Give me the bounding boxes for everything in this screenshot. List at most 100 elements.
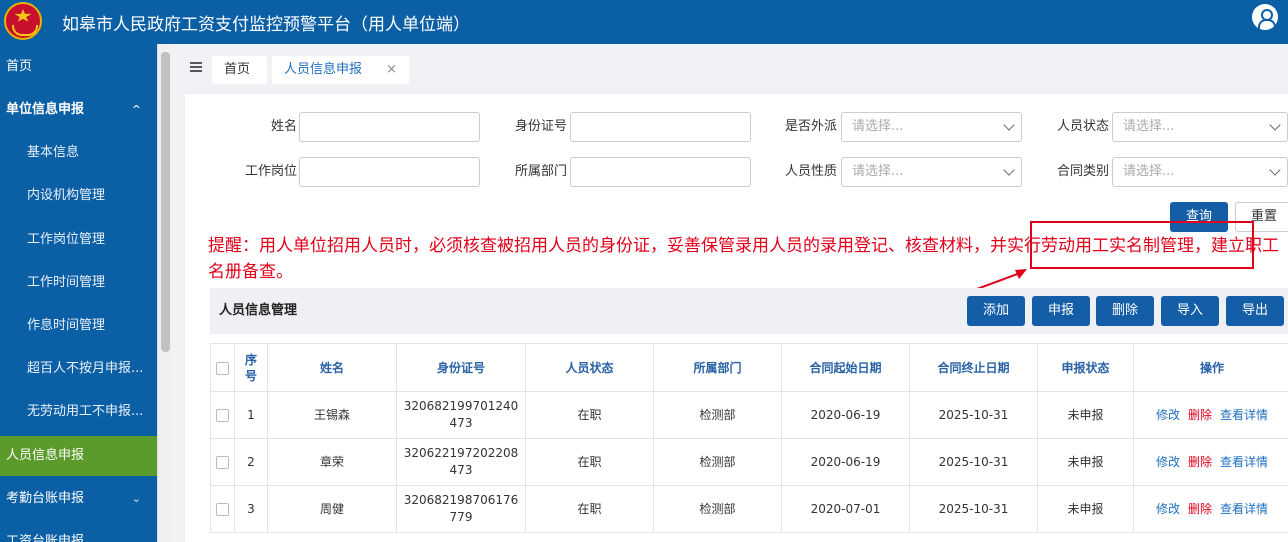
edit-link[interactable]: 修改: [1156, 408, 1180, 422]
cell-start: 2020-07-01: [781, 485, 910, 533]
col-header-report: 申报状态: [1037, 343, 1134, 392]
sidebar-item-person-info[interactable]: 人员信息申报: [0, 436, 157, 476]
col-header-ops: 操作: [1133, 343, 1288, 392]
sidebar-item-attendance[interactable]: 考勤台账申报 ⌄: [0, 479, 157, 519]
dept-input[interactable]: [570, 157, 751, 187]
col-header-end: 合同终止日期: [909, 343, 1038, 392]
tab-person-info[interactable]: 人员信息申报 ×: [272, 56, 409, 84]
delete-link[interactable]: 删除: [1188, 502, 1212, 516]
highlight-box: [1030, 221, 1254, 269]
cell-dept: 检测部: [653, 438, 782, 486]
select-all-cell: [210, 343, 235, 392]
table-row: 2 章荣 320622197202208473 在职 检测部 2020-06-1…: [210, 438, 1288, 486]
status-select[interactable]: 请选择...: [1112, 112, 1288, 142]
chevron-down-icon: [1269, 119, 1281, 131]
export-button[interactable]: 导出: [1226, 296, 1284, 326]
cell-status: 在职: [525, 391, 654, 439]
import-button[interactable]: 导入: [1161, 296, 1219, 326]
view-detail-link[interactable]: 查看详情: [1220, 455, 1268, 469]
cell-end: 2025-10-31: [909, 485, 1038, 533]
post-input[interactable]: [299, 157, 480, 187]
cell-id: 320682199701240473: [396, 391, 526, 439]
sidebar: 首页 单位信息申报 ^ 基本信息 内设机构管理 工作岗位管理 工作时间管理 作息时…: [0, 44, 157, 542]
dispatch-label: 是否外派: [784, 119, 837, 134]
table-header-row: 序号 姓名 身份证号 人员状态 所属部门 合同起始日期 合同终止日期 申报状态 …: [210, 343, 1288, 392]
delete-link[interactable]: 删除: [1188, 408, 1212, 422]
col-header-dept: 所属部门: [653, 343, 782, 392]
view-detail-link[interactable]: 查看详情: [1220, 408, 1268, 422]
contract-select[interactable]: 请选择...: [1112, 157, 1288, 187]
cell-end: 2025-10-31: [909, 438, 1038, 486]
dept-label: 所属部门: [514, 164, 567, 179]
cell-no: 1: [234, 391, 268, 439]
person-table: 序号 姓名 身份证号 人员状态 所属部门 合同起始日期 合同终止日期 申报状态 …: [210, 343, 1288, 533]
scrollbar-thumb[interactable]: [161, 52, 170, 352]
cell-end: 2025-10-31: [909, 391, 1038, 439]
cell-start: 2020-06-19: [781, 438, 910, 486]
cell-no: 2: [234, 438, 268, 486]
edit-link[interactable]: 修改: [1156, 502, 1180, 516]
cell-no: 3: [234, 485, 268, 533]
row-check-cell: [210, 438, 235, 486]
tab-bar: 首页 人员信息申报 ×: [172, 44, 1288, 94]
chevron-down-icon: [1003, 119, 1015, 131]
section-bar: 人员信息管理 添加 申报 删除 导入 导出: [210, 288, 1288, 334]
name-label: 姓名: [270, 119, 297, 134]
table-row: 3 周健 320682198706176779 在职 检测部 2020-07-0…: [210, 485, 1288, 533]
user-icon[interactable]: [1252, 4, 1278, 30]
cell-ops: 修改 删除 查看详情: [1133, 485, 1288, 533]
sidebar-item-over-hundred[interactable]: 超百人不按月申报...: [0, 349, 157, 389]
col-header-start: 合同起始日期: [781, 343, 910, 392]
sidebar-item-org[interactable]: 内设机构管理: [0, 176, 157, 216]
contract-label: 合同类别: [1056, 164, 1109, 179]
cell-name: 周健: [267, 485, 397, 533]
chevron-down-icon: ⌄: [131, 492, 141, 505]
cell-report: 未申报: [1037, 438, 1134, 486]
chevron-up-icon: ^: [131, 103, 141, 116]
view-detail-link[interactable]: 查看详情: [1220, 502, 1268, 516]
row-checkbox[interactable]: [216, 455, 229, 469]
sidebar-item-home[interactable]: 首页: [0, 47, 157, 87]
table-row: 1 王锡森 320682199701240473 在职 检测部 2020-06-…: [210, 391, 1288, 439]
cell-dept: 检测部: [653, 485, 782, 533]
post-label: 工作岗位: [244, 164, 297, 179]
section-title: 人员信息管理: [219, 303, 298, 318]
sidebar-item-basic-info[interactable]: 基本信息: [0, 133, 157, 173]
select-all-checkbox[interactable]: [216, 361, 229, 375]
sidebar-item-no-labor[interactable]: 无劳动用工不申报...: [0, 392, 157, 432]
submit-button[interactable]: 申报: [1032, 296, 1090, 326]
menu-toggle-icon[interactable]: [190, 62, 202, 72]
row-checkbox[interactable]: [216, 502, 229, 516]
delete-button[interactable]: 删除: [1096, 296, 1154, 326]
chevron-down-icon: ⌄: [131, 535, 141, 542]
add-button[interactable]: 添加: [967, 296, 1025, 326]
sidebar-item-rest-time[interactable]: 作息时间管理: [0, 306, 157, 346]
nature-select[interactable]: 请选择...: [841, 157, 1022, 187]
nature-label: 人员性质: [784, 164, 837, 179]
national-emblem-icon: [4, 2, 42, 40]
cell-report: 未申报: [1037, 485, 1134, 533]
cell-id: 320622197202208473: [396, 438, 526, 486]
sidebar-item-wage[interactable]: 工资台账申报 ⌄: [0, 522, 157, 542]
cell-id: 320682198706176779: [396, 485, 526, 533]
sidebar-scrollbar[interactable]: [157, 44, 172, 542]
status-label: 人员状态: [1056, 119, 1109, 134]
row-checkbox[interactable]: [216, 408, 229, 422]
close-icon[interactable]: ×: [386, 56, 397, 84]
edit-link[interactable]: 修改: [1156, 455, 1180, 469]
delete-link[interactable]: 删除: [1188, 455, 1212, 469]
id-input[interactable]: [570, 112, 751, 142]
main-content: 姓名 身份证号 是否外派 请选择... 人员状态 请选择... 工作岗位 所属部…: [185, 94, 1288, 542]
sidebar-item-post[interactable]: 工作岗位管理: [0, 220, 157, 260]
name-input[interactable]: [299, 112, 480, 142]
cell-name: 王锡森: [267, 391, 397, 439]
sidebar-item-unit-info[interactable]: 单位信息申报 ^: [0, 90, 157, 130]
tab-home[interactable]: 首页: [212, 56, 267, 84]
dispatch-select[interactable]: 请选择...: [841, 112, 1022, 142]
cell-start: 2020-06-19: [781, 391, 910, 439]
cell-dept: 检测部: [653, 391, 782, 439]
sidebar-item-work-time[interactable]: 工作时间管理: [0, 263, 157, 303]
id-label: 身份证号: [514, 119, 567, 134]
app-title: 如皋市人民政府工资支付监控预警平台（用人单位端）: [62, 15, 470, 35]
chevron-down-icon: [1269, 164, 1281, 176]
